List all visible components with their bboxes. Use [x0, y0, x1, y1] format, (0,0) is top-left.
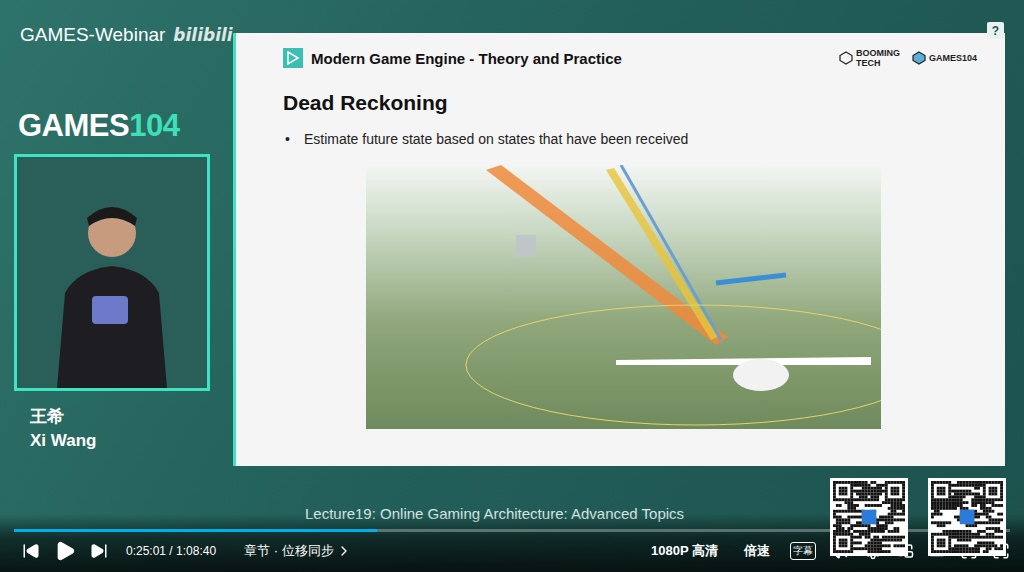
slide-play-icon	[283, 48, 303, 68]
speaker-icon	[37, 178, 187, 388]
slide-title: Dead Reckoning	[283, 91, 977, 117]
logo-mark-icon	[839, 51, 853, 65]
qr-code	[928, 478, 1006, 556]
chapter-button[interactable]: 章节 · 位移同步	[244, 542, 352, 560]
play-button[interactable]	[54, 540, 76, 562]
help-button[interactable]: ?	[987, 22, 1004, 39]
play-icon	[54, 540, 76, 562]
previous-button[interactable]	[22, 542, 40, 560]
next-button[interactable]	[90, 542, 108, 560]
speaker-name-cn: 王希	[14, 405, 233, 428]
airplane-diagram-icon	[366, 165, 881, 429]
slide-bullet: •Estimate future state based on states t…	[283, 131, 977, 147]
sponsor-logo: BOOMINGTECH	[839, 49, 900, 68]
video-player[interactable]: GAMES-Webinarbilibili GAMES104 王希 Xi Wang Mo…	[0, 0, 1024, 572]
logo-mark-icon	[912, 51, 926, 65]
speaker-name-en: Xi Wang	[14, 431, 233, 451]
subtitle-button[interactable]: 字幕	[790, 542, 816, 560]
qr-code-icon	[931, 481, 1003, 553]
time-display: 0:25:01 / 1:08:40	[126, 544, 216, 558]
qr-code	[830, 478, 908, 556]
channel-title: GAMES-Webinarbilibili	[14, 22, 233, 48]
bilibili-logo: bilibili	[173, 25, 232, 45]
speed-button[interactable]: 倍速	[738, 542, 776, 560]
slide: Modern Game Engine - Theory and Practice…	[233, 33, 1005, 466]
slide-header: Modern Game Engine - Theory and Practice…	[283, 45, 977, 71]
skip-forward-icon	[90, 542, 108, 560]
slide-header-text: Modern Game Engine - Theory and Practice	[311, 50, 622, 67]
chevron-right-icon	[336, 543, 352, 559]
quality-button[interactable]: 1080P 高清	[645, 542, 724, 560]
skip-back-icon	[22, 542, 40, 560]
speaker-video	[14, 154, 210, 391]
games104-logo: GAMES104	[14, 108, 233, 144]
qr-code-icon	[833, 481, 905, 553]
sponsor-logo: GAMES104	[912, 51, 977, 65]
left-panel: GAMES-Webinarbilibili GAMES104 王希 Xi Wang	[0, 0, 233, 572]
dead-reckoning-photo	[366, 165, 881, 429]
